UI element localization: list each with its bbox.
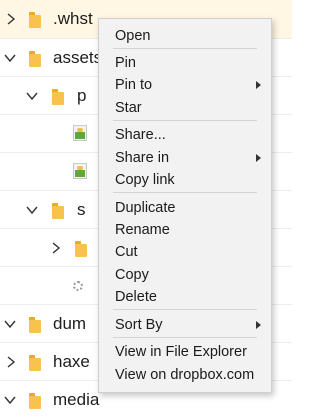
folder-icon (29, 393, 41, 409)
submenu-arrow-icon (256, 154, 261, 162)
menu-item-pin-to[interactable]: Pin to (99, 74, 271, 96)
menu-item-copy-link[interactable]: Copy link (99, 169, 271, 191)
menu-item-label: Share... (115, 127, 166, 143)
tree-row-label: media (53, 390, 100, 409)
menu-item-pin[interactable]: Pin (99, 52, 271, 74)
tree-row-label: haxe (53, 352, 90, 371)
folder-icon (29, 355, 41, 371)
menu-item-copy[interactable]: Copy (99, 264, 271, 286)
menu-item-open[interactable]: Open (99, 25, 271, 47)
submenu-arrow-icon (256, 321, 261, 329)
chevron-down-icon[interactable] (25, 88, 38, 104)
menu-item-label: Open (115, 28, 151, 44)
folder-icon (29, 51, 41, 67)
menu-item-label: Rename (115, 222, 170, 238)
menu-item-star[interactable]: Star (99, 97, 271, 119)
menu-item-label: Duplicate (115, 200, 176, 216)
menu-item-cut[interactable]: Cut (99, 241, 271, 263)
menu-separator (113, 120, 257, 121)
menu-item-label: View on dropbox.com (115, 367, 255, 383)
tree-row-label: assets (53, 48, 103, 67)
menu-item-label: Delete (115, 289, 157, 305)
tree-row-label: p (77, 86, 87, 105)
tree-row-label: s (77, 200, 86, 219)
tree-row-label: .whst (53, 9, 93, 28)
context-menu: Open Pin Pin to Star Share... Share in C… (98, 18, 272, 393)
menu-item-share-in[interactable]: Share in (99, 147, 271, 169)
menu-item-label: Sort By (115, 317, 163, 333)
folder-icon (29, 12, 41, 28)
chevron-down-icon[interactable] (3, 50, 16, 66)
menu-item-label: Cut (115, 244, 138, 260)
folder-icon (52, 203, 64, 219)
menu-item-label: Copy (115, 267, 149, 283)
folder-icon (75, 241, 87, 257)
submenu-arrow-icon (256, 81, 261, 89)
menu-item-label: Pin (115, 55, 136, 71)
menu-item-view-on-dropbox[interactable]: View on dropbox.com (99, 364, 271, 386)
menu-item-sort-by[interactable]: Sort By (99, 314, 271, 336)
chevron-down-icon[interactable] (25, 202, 38, 218)
menu-item-label: Star (115, 100, 142, 116)
chevron-right-icon[interactable] (6, 354, 16, 370)
settings-file-icon (73, 281, 83, 291)
menu-item-rename[interactable]: Rename (99, 219, 271, 241)
menu-item-label: Share in (115, 150, 170, 166)
chevron-down-icon[interactable] (3, 316, 16, 332)
menu-separator (113, 48, 257, 49)
menu-item-label: Pin to (115, 77, 153, 93)
folder-icon (29, 317, 41, 333)
image-file-icon (73, 125, 87, 141)
folder-icon (52, 89, 64, 105)
menu-item-duplicate[interactable]: Duplicate (99, 197, 271, 219)
menu-item-label: Copy link (115, 172, 175, 188)
chevron-right-icon[interactable] (51, 240, 61, 256)
menu-separator (113, 192, 257, 193)
menu-separator (113, 309, 257, 310)
image-file-icon (73, 163, 87, 179)
menu-item-share[interactable]: Share... (99, 124, 271, 146)
chevron-down-icon[interactable] (3, 392, 16, 408)
menu-item-view-in-file-explorer[interactable]: View in File Explorer (99, 341, 271, 363)
tree-row-label: dum (53, 314, 87, 333)
menu-item-label: View in File Explorer (115, 344, 247, 360)
menu-separator (113, 337, 257, 338)
menu-item-delete[interactable]: Delete (99, 286, 271, 308)
chevron-right-icon[interactable] (6, 11, 16, 27)
